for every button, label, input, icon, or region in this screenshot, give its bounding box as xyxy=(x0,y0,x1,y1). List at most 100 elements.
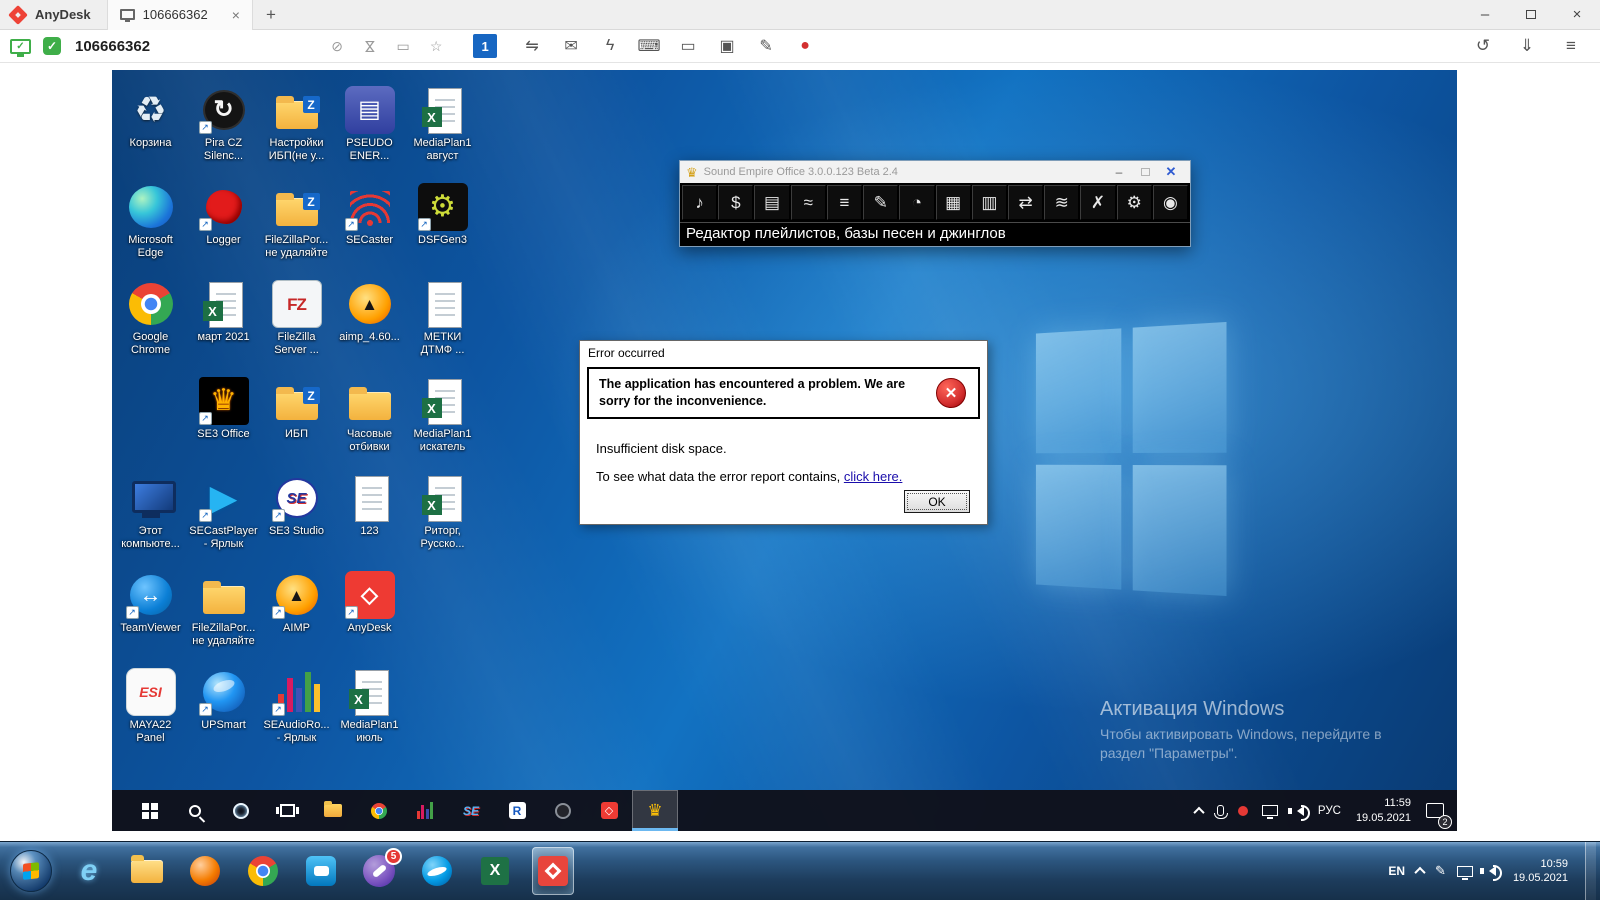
desktop-icon-se3-office[interactable]: ♛↗SE3 Office xyxy=(187,377,260,474)
desktop-icon-metki-dtmf[interactable]: МЕТКИ ДТМФ ... xyxy=(406,280,479,377)
error-dialog-title[interactable]: Error occurred xyxy=(580,341,987,364)
settings-tool-button[interactable]: ⚙ xyxy=(1117,185,1152,220)
monitor-select-button[interactable]: 1 xyxy=(473,34,497,58)
host-chrome-button[interactable] xyxy=(242,847,284,895)
desktop-icon-chasovye-otbivki-folder[interactable]: Часовые отбивки xyxy=(333,377,406,474)
desktop-icon-march-2021-xls[interactable]: Xмарт 2021 xyxy=(187,280,260,377)
network-icon[interactable] xyxy=(1255,790,1285,831)
desktop-icon-anydesk-shortcut[interactable]: ◇↗AnyDesk xyxy=(333,571,406,668)
se-close-button[interactable]: ✕ xyxy=(1158,161,1184,183)
desktop-icon-upsmart[interactable]: ↗UPSmart xyxy=(187,668,260,765)
view-tool-button[interactable]: ◉ xyxy=(1153,185,1188,220)
host-excel-button[interactable]: X xyxy=(474,847,516,895)
switch-sides-icon[interactable]: ⇋ xyxy=(523,36,541,56)
desktop-icon-recycle-bin[interactable]: ♻Корзина xyxy=(114,86,187,183)
host-clock[interactable]: 10:5919.05.2021 xyxy=(1507,857,1574,886)
display-settings-icon[interactable]: ▭ xyxy=(679,36,697,56)
permissions-icon[interactable]: ▣ xyxy=(718,36,736,56)
tray-chevron-icon[interactable] xyxy=(1188,790,1210,831)
desktop-icon-seaudiorouter[interactable]: ↗SEAudioRo... - Ярлык xyxy=(260,668,333,765)
desktop-icon-secastplayer[interactable]: ▶↗SECastPlayer - Ярлык xyxy=(187,474,260,571)
close-button[interactable]: × xyxy=(1554,0,1600,30)
sound-empire-window[interactable]: ♛ Sound Empire Office 3.0.0.123 Beta 2.4… xyxy=(679,160,1191,247)
desktop-icon-maya22-panel[interactable]: ESIMAYA22 Panel xyxy=(114,668,187,765)
error-dialog[interactable]: Error occurred The application has encou… xyxy=(579,340,988,525)
cards-tool-button[interactable]: ▥ xyxy=(972,185,1007,220)
volume-icon[interactable] xyxy=(1285,790,1311,831)
desktop-icon-mediaplan-july[interactable]: XMediaPlan1 июль xyxy=(333,668,406,765)
new-session-button[interactable]: + xyxy=(253,0,289,30)
taskbar-audio-router-button[interactable] xyxy=(402,790,448,831)
language-indicator[interactable]: РУС xyxy=(1311,790,1348,831)
host-messenger-button[interactable] xyxy=(300,847,342,895)
host-language-indicator[interactable]: EN xyxy=(1388,864,1405,878)
desktop-icon-ritorg-russko[interactable]: XРиторг, Русско... xyxy=(406,474,479,571)
host-volume-icon[interactable] xyxy=(1484,866,1496,876)
host-media-player-button[interactable] xyxy=(184,847,226,895)
whiteboard-icon[interactable]: ✎ xyxy=(757,36,775,56)
desktop-icon-filezilla-portable-folder-2[interactable]: FileZillaPor... не удаляйте xyxy=(187,571,260,668)
downloads-icon[interactable]: ⇓ xyxy=(1518,36,1536,56)
host-tray-chevron-icon[interactable] xyxy=(1414,867,1425,878)
taskbar-cortana-button[interactable] xyxy=(218,790,264,831)
desktop-icon-pseudo-energy[interactable]: ▤PSEUDO ENER... xyxy=(333,86,406,183)
playlist-tool-button[interactable]: ≡ xyxy=(827,185,862,220)
session-address[interactable]: 106666362 xyxy=(75,38,150,55)
recording-indicator-icon[interactable] xyxy=(1231,790,1255,831)
taskbar-start-button[interactable] xyxy=(126,790,172,831)
scheduler-tool-button[interactable]: ◔ xyxy=(899,185,934,220)
chat-icon[interactable]: ✉ xyxy=(562,36,580,56)
notification-center-button[interactable]: 2 xyxy=(1419,790,1451,831)
taskbar-sound-empire-button[interactable]: ♛ xyxy=(632,790,678,831)
sound-empire-titlebar[interactable]: ♛ Sound Empire Office 3.0.0.123 Beta 2.4… xyxy=(680,161,1190,183)
desktop-icon-teamviewer[interactable]: ↔↗TeamViewer xyxy=(114,571,187,668)
host-windows-explorer-button[interactable] xyxy=(126,847,168,895)
desktop-icon-dsfgen3[interactable]: ⚙↗DSFGen3 xyxy=(406,183,479,280)
taskbar-se-studio-button[interactable]: SE xyxy=(448,790,494,831)
taskbar-chrome-button[interactable] xyxy=(356,790,402,831)
se-minimize-button[interactable]: – xyxy=(1106,161,1132,183)
main-menu-icon[interactable]: ≡ xyxy=(1562,36,1580,56)
desktop-icon-secaster[interactable]: ↗SECaster xyxy=(333,183,406,280)
favorites-icon[interactable]: ☆ xyxy=(427,38,445,55)
desktop-icon-mediaplan-iskatel[interactable]: XMediaPlan1 искатель xyxy=(406,377,479,474)
desktop-icon-ups-settings-folder[interactable]: ZНастройки ИБП(не у... xyxy=(260,86,333,183)
session-timer-icon[interactable]: ⋈ xyxy=(362,37,379,55)
music-tool-button[interactable]: ♪ xyxy=(682,185,717,220)
host-network-icon[interactable] xyxy=(1457,866,1473,877)
desktop-icon-se3-studio[interactable]: SE↗SE3 Studio xyxy=(260,474,333,571)
clock[interactable]: 11:5919.05.2021 xyxy=(1348,790,1419,831)
taskbar-search-button[interactable] xyxy=(172,790,218,831)
chat-disabled-icon[interactable]: ⊘ xyxy=(328,38,346,55)
desktop-icon-microsoft-edge[interactable]: Microsoft Edge xyxy=(114,183,187,280)
session-tab[interactable]: 106666362 × xyxy=(107,0,253,30)
keyboard-icon[interactable]: ⌨ xyxy=(640,36,658,56)
desktop-icon-doc-123[interactable]: 123 xyxy=(333,474,406,571)
database-tool-button[interactable]: ≋ xyxy=(1044,185,1079,220)
monitors-icon[interactable]: ▭ xyxy=(394,38,412,55)
se-maximize-button[interactable] xyxy=(1132,161,1158,183)
desktop-icon-aimp-installer[interactable]: ▲aimp_4.60... xyxy=(333,280,406,377)
tools-tool-button[interactable]: ✗ xyxy=(1080,185,1115,220)
taskbar-file-explorer-button[interactable] xyxy=(310,790,356,831)
edit-tool-button[interactable]: ✎ xyxy=(863,185,898,220)
record-session-icon[interactable]: ● xyxy=(796,36,814,56)
history-icon[interactable]: ↺ xyxy=(1474,36,1492,56)
host-anydesk-button[interactable] xyxy=(532,847,574,895)
desktop-icon-this-pc[interactable]: Этот компьюте... xyxy=(114,474,187,571)
host-skype-button[interactable] xyxy=(416,847,458,895)
minimize-button[interactable]: – xyxy=(1462,0,1508,30)
actions-icon[interactable]: ϟ xyxy=(601,36,619,56)
taskbar-task-view-button[interactable] xyxy=(264,790,310,831)
taskbar-r-app-button[interactable]: R xyxy=(494,790,540,831)
desktop-icon-filezilla-portable-folder[interactable]: ZFileZillaPor... не удаляйте xyxy=(260,183,333,280)
desktop-icon-ibp-folder[interactable]: ZИБП xyxy=(260,377,333,474)
microphone-icon[interactable] xyxy=(1210,790,1231,831)
document-tool-button[interactable]: ▤ xyxy=(754,185,789,220)
desktop-icon-pira-cz-silencer[interactable]: ↻↗Pira CZ Silenc... xyxy=(187,86,260,183)
waveform-tool-button[interactable]: ≈ xyxy=(791,185,826,220)
taskbar-anydesk-button[interactable]: ◇ xyxy=(586,790,632,831)
taskbar-aimp-dark-button[interactable] xyxy=(540,790,586,831)
transfer-tool-button[interactable]: ⇄ xyxy=(1008,185,1043,220)
host-pen-icon[interactable]: ✎ xyxy=(1435,863,1446,879)
